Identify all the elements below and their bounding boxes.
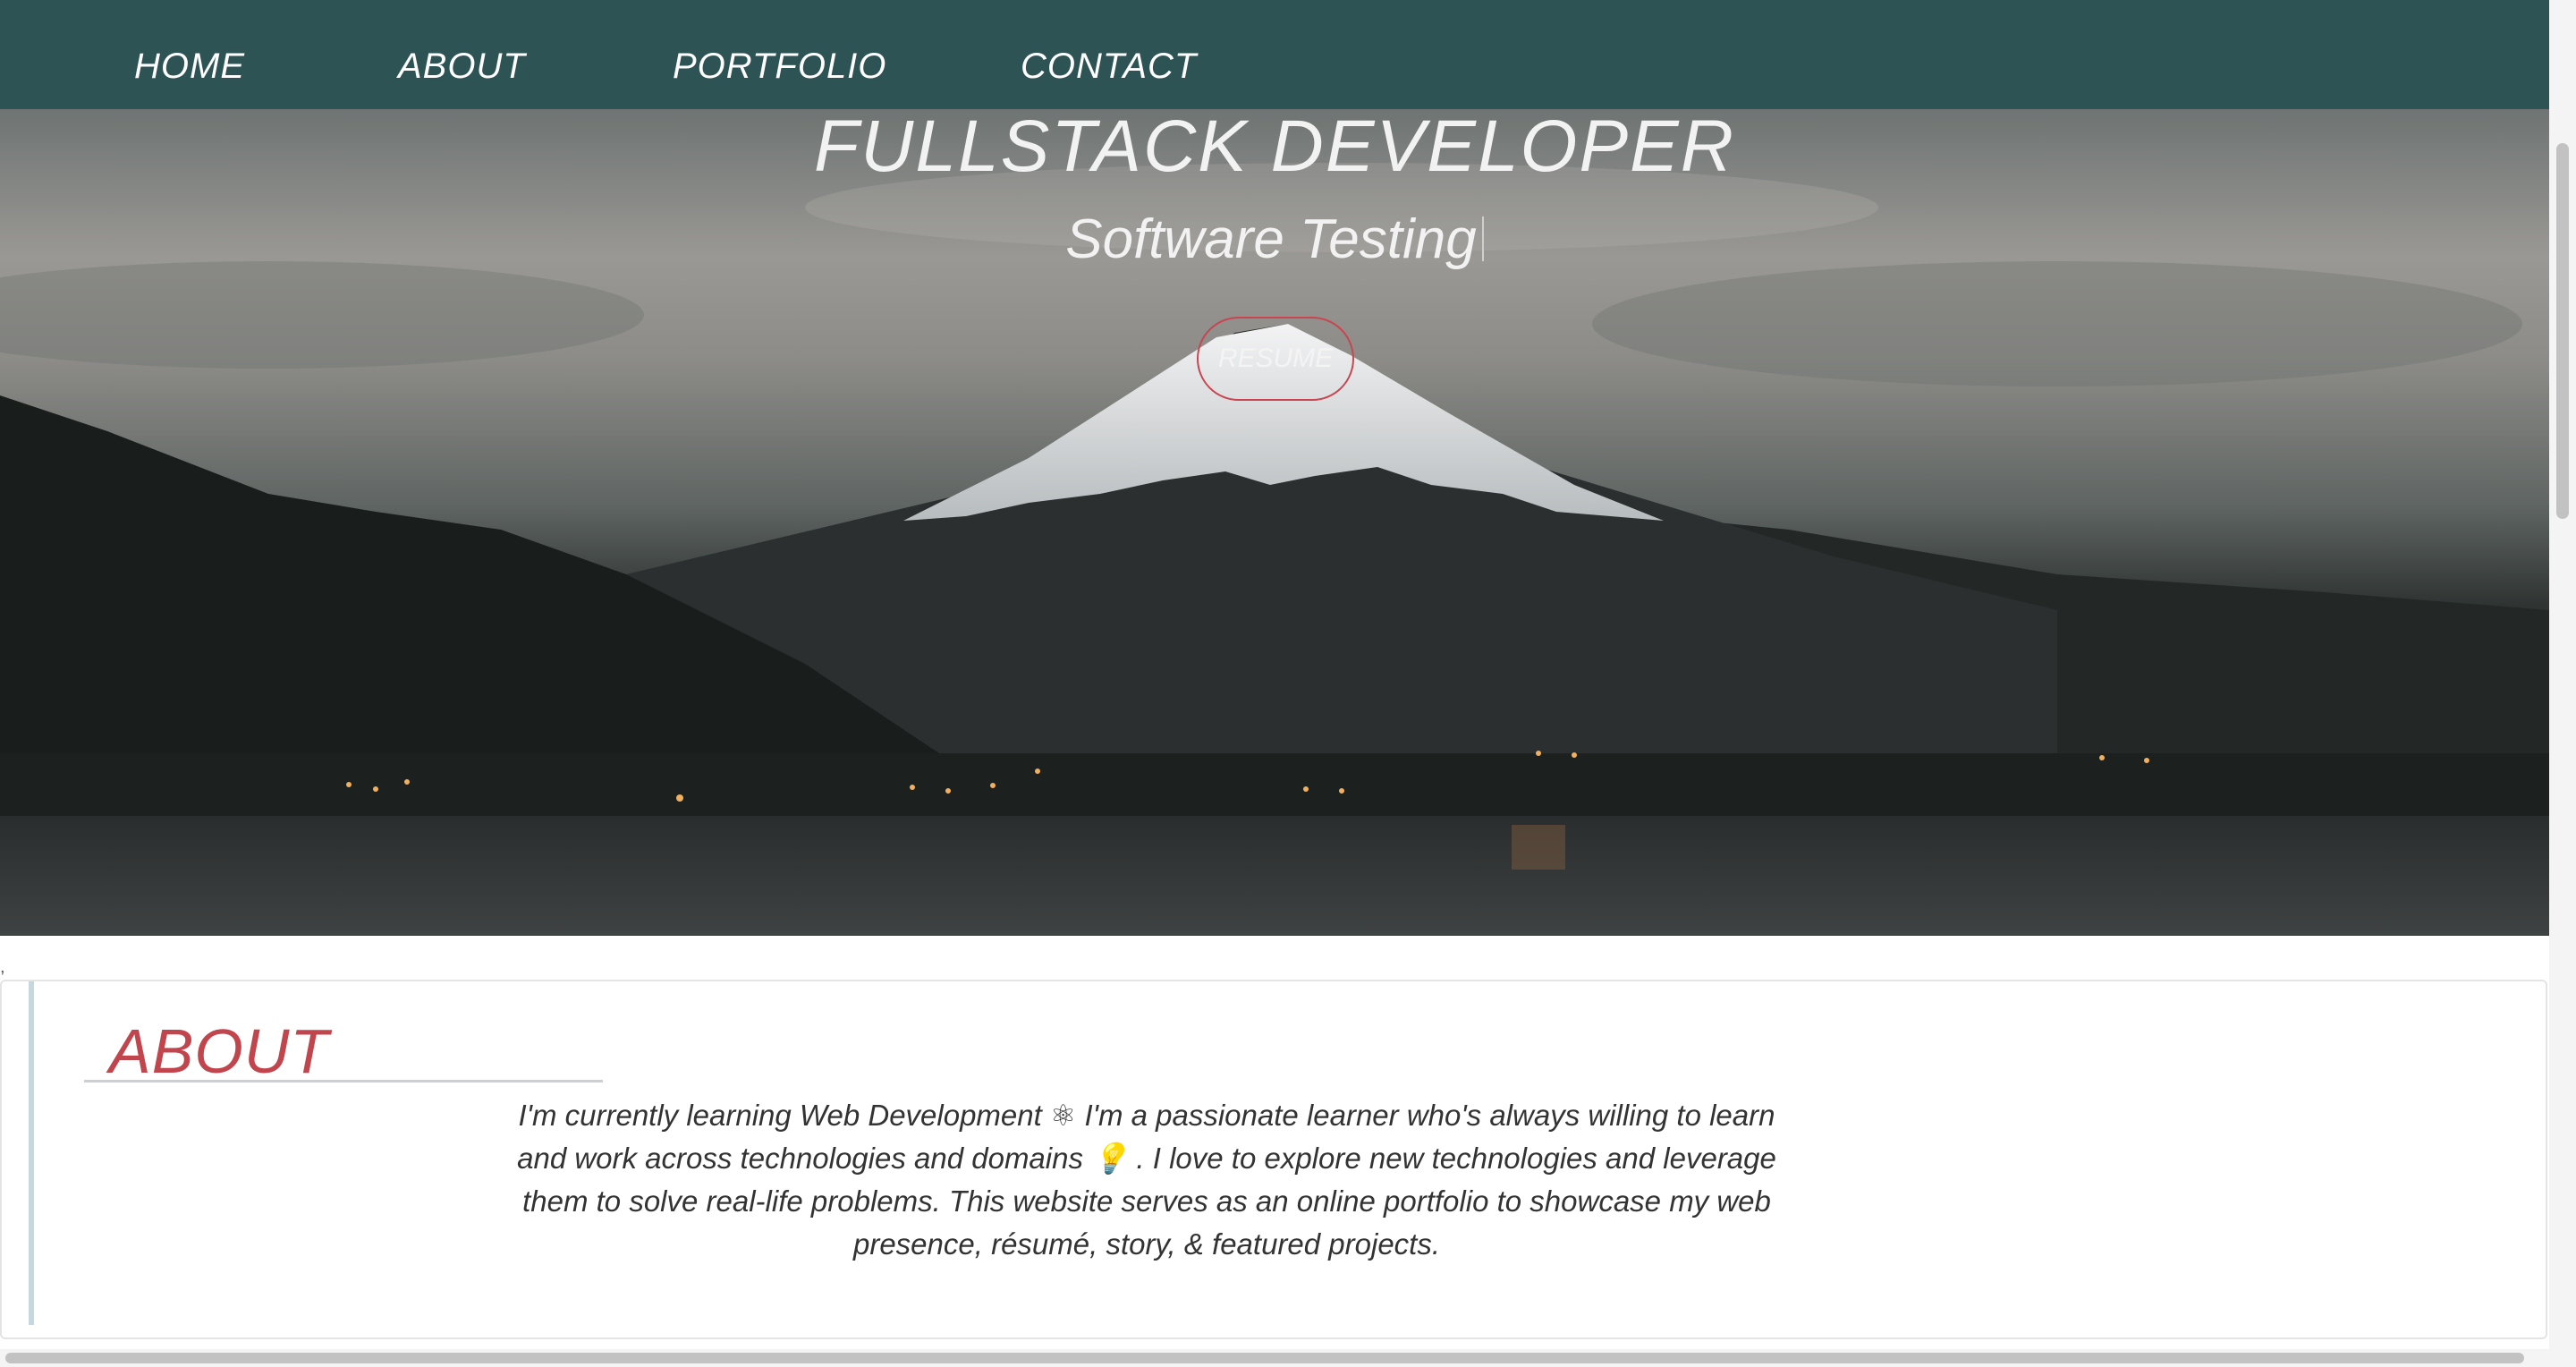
nav-contact-link[interactable]: CONTACT bbox=[1021, 45, 1197, 88]
about-accent-bar bbox=[29, 981, 34, 1325]
hero-section: FULLSTACK DEVELOPER Software Testing RES… bbox=[0, 109, 2549, 936]
nav-home-link[interactable]: HOME bbox=[134, 45, 245, 88]
vertical-scrollbar[interactable] bbox=[2549, 0, 2576, 1349]
about-heading: ABOUT bbox=[109, 1016, 330, 1086]
nav-portfolio-link[interactable]: PORTFOLIO bbox=[673, 45, 886, 88]
nav-about-link[interactable]: ABOUT bbox=[398, 45, 526, 88]
typing-cursor bbox=[1481, 217, 1484, 261]
about-divider bbox=[84, 1080, 603, 1083]
about-description: I'm currently learning Web Development ⚛… bbox=[517, 1099, 1776, 1261]
top-navbar: HOME ABOUT PORTFOLIO CONTACT bbox=[0, 0, 2549, 109]
stray-mark: , bbox=[0, 957, 5, 977]
resume-button[interactable]: RESUME bbox=[1197, 317, 1354, 401]
hero-subtitle-text: Software Testing bbox=[1065, 208, 1477, 270]
about-section: ABOUT I'm currently learning Web Develop… bbox=[0, 980, 2547, 1339]
vertical-scrollbar-thumb[interactable] bbox=[2556, 143, 2569, 519]
hero-title: FULLSTACK DEVELOPER bbox=[814, 109, 1735, 187]
horizontal-scrollbar[interactable] bbox=[0, 1349, 2576, 1367]
horizontal-scrollbar-thumb[interactable] bbox=[5, 1353, 2524, 1363]
hero-subtitle: Software Testing bbox=[0, 208, 2549, 272]
